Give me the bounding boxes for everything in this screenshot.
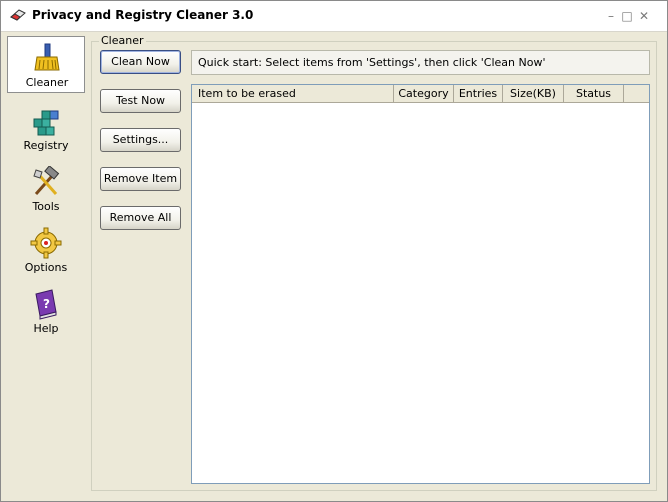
sidebar-item-options[interactable]: Options xyxy=(7,222,85,279)
sidebar-item-label: Options xyxy=(24,261,68,274)
test-now-button[interactable]: Test Now xyxy=(100,89,181,113)
svg-text:?: ? xyxy=(43,297,50,311)
app-window: Privacy and Registry Cleaner 3.0 – □ ✕ C… xyxy=(0,0,668,502)
close-icon[interactable]: ✕ xyxy=(638,10,650,22)
sidebar-item-tools[interactable]: Tools xyxy=(7,161,85,218)
sidebar-item-label: Help xyxy=(33,322,59,335)
title-bar[interactable]: Privacy and Registry Cleaner 3.0 – □ ✕ xyxy=(1,1,667,32)
column-header-category[interactable]: Category xyxy=(394,85,454,102)
sidebar-item-label: Tools xyxy=(32,200,60,213)
clean-now-button[interactable]: Clean Now xyxy=(100,50,181,74)
cleaner-group-label: Cleaner xyxy=(99,34,146,47)
column-header-status[interactable]: Status xyxy=(564,85,624,102)
broom-icon xyxy=(34,43,60,71)
eraser-app-icon xyxy=(10,9,26,21)
remove-item-button[interactable]: Remove Item xyxy=(100,167,181,191)
maximize-icon[interactable]: □ xyxy=(621,10,633,22)
remove-all-button[interactable]: Remove All xyxy=(100,206,181,230)
minimize-icon[interactable]: – xyxy=(605,10,617,22)
sidebar: Cleaner Registry Tools Options ? Help xyxy=(7,36,87,491)
quick-start-hint: Quick start: Select items from 'Settings… xyxy=(191,50,650,75)
gear-icon xyxy=(30,227,62,259)
sidebar-item-registry[interactable]: Registry xyxy=(7,100,85,157)
registry-cubes-icon xyxy=(33,110,59,136)
items-list[interactable]: Item to be erased Category Entries Size(… xyxy=(191,84,650,484)
help-book-icon: ? xyxy=(35,289,57,320)
column-header-item[interactable]: Item to be erased xyxy=(192,85,394,102)
column-header-entries[interactable]: Entries xyxy=(454,85,503,102)
column-header-size[interactable]: Size(KB) xyxy=(503,85,564,102)
sidebar-item-cleaner[interactable]: Cleaner xyxy=(7,36,85,93)
sidebar-item-label: Cleaner xyxy=(25,76,69,89)
sidebar-item-help[interactable]: ? Help xyxy=(7,283,85,340)
sidebar-item-label: Registry xyxy=(23,139,69,152)
list-header: Item to be erased Category Entries Size(… xyxy=(192,85,649,103)
hammer-tools-icon xyxy=(33,166,60,195)
settings-button[interactable]: Settings... xyxy=(100,128,181,152)
window-title: Privacy and Registry Cleaner 3.0 xyxy=(32,8,254,22)
